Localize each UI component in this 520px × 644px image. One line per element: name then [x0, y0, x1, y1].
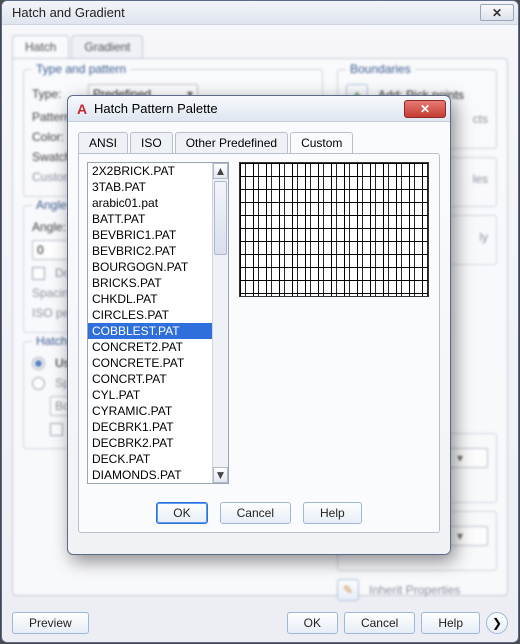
expand-button[interactable]: ❯	[486, 612, 508, 634]
inner-help-label: Help	[320, 506, 345, 520]
scroll-up-button[interactable]: ▲	[213, 163, 228, 179]
pattern-list-inner: 2X2BRICK.PAT3TAB.PATarabic01.patBATT.PAT…	[88, 163, 212, 483]
list-item[interactable]: DECK.PAT	[88, 451, 212, 467]
tab-custom-label: Custom	[301, 136, 342, 150]
tab-hatch-label: Hatch	[25, 40, 56, 54]
outer-title: Hatch and Gradient	[12, 5, 125, 20]
outer-help-label: Help	[438, 616, 463, 630]
tab-other-predefined[interactable]: Other Predefined	[175, 132, 288, 154]
pattern-preview	[239, 162, 429, 297]
tab-ansi[interactable]: ANSI	[78, 132, 128, 154]
list-item[interactable]: CIRCLES.PAT	[88, 307, 212, 323]
inner-ok-button[interactable]: OK	[156, 502, 207, 524]
list-item[interactable]: BOURGOGN.PAT	[88, 259, 212, 275]
outer-footer: Preview OK Cancel Help ❯	[12, 612, 508, 634]
list-scrollbar[interactable]: ▲ ▼	[212, 163, 228, 483]
inner-cancel-button[interactable]: Cancel	[220, 502, 291, 524]
chevron-down-icon: ▼	[215, 468, 227, 482]
inner-tabstrip: ANSI ISO Other Predefined Custom	[78, 132, 440, 154]
store-default-checkbox[interactable]	[50, 423, 63, 436]
outer-cancel-label: Cancel	[361, 616, 398, 630]
list-item[interactable]: CONCRT.PAT	[88, 371, 212, 387]
inner-ok-label: OK	[173, 506, 190, 520]
list-item[interactable]: CONCRETE.PAT	[88, 355, 212, 371]
tab-iso[interactable]: ISO	[130, 132, 173, 154]
double-checkbox[interactable]	[32, 267, 45, 280]
inner-titlebar: A Hatch Pattern Palette ✕	[68, 96, 450, 122]
tab-custom[interactable]: Custom	[290, 132, 353, 154]
right-combo-a[interactable]	[448, 448, 488, 468]
outer-tabstrip: Hatch Gradient	[12, 35, 508, 59]
preview-button[interactable]: Preview	[12, 612, 89, 634]
tab-other-label: Other Predefined	[186, 136, 277, 150]
inner-cancel-label: Cancel	[237, 506, 274, 520]
group-boundaries-title: Boundaries	[346, 62, 415, 76]
outer-ok-button[interactable]: OK	[287, 612, 338, 634]
group-type-pattern-title: Type and pattern	[32, 62, 130, 76]
inner-close-button[interactable]: ✕	[404, 100, 446, 118]
outer-titlebar: Hatch and Gradient ✕	[2, 1, 518, 25]
right-combo-b[interactable]	[448, 526, 488, 546]
preview-label: Preview	[29, 616, 72, 630]
close-icon: ✕	[492, 6, 502, 20]
label-inherit: Inherit Properties	[369, 583, 460, 597]
list-item[interactable]: BEVBRIC1.PAT	[88, 227, 212, 243]
tab-ansi-label: ANSI	[89, 136, 117, 150]
tab-gradient-label: Gradient	[84, 40, 130, 54]
radio-use-current[interactable]	[32, 357, 45, 370]
inner-body: ANSI ISO Other Predefined Custom 2X2BRIC…	[68, 122, 450, 554]
list-item[interactable]: DECBRK1.PAT	[88, 419, 212, 435]
list-item[interactable]: arabic01.pat	[88, 195, 212, 211]
list-item[interactable]: DECBRK2.PAT	[88, 435, 212, 451]
list-item[interactable]: CONCRET2.PAT	[88, 339, 212, 355]
inner-title: Hatch Pattern Palette	[94, 101, 218, 116]
app-icon: A	[74, 101, 90, 117]
tab-hatch[interactable]: Hatch	[12, 35, 69, 59]
right-suffix-1: cts	[473, 112, 488, 126]
pattern-listbox[interactable]: 2X2BRICK.PAT3TAB.PATarabic01.patBATT.PAT…	[87, 162, 229, 484]
right-suffix-2: les	[473, 172, 488, 186]
radio-specified[interactable]	[32, 377, 45, 390]
brush-icon: ✎	[343, 583, 353, 597]
inner-help-button[interactable]: Help	[303, 502, 362, 524]
tab-gradient[interactable]: Gradient	[71, 35, 143, 59]
list-item[interactable]: DIAMONDS.PAT	[88, 467, 212, 483]
list-item[interactable]: BATT.PAT	[88, 211, 212, 227]
right-suffix-3: ly	[479, 230, 488, 244]
list-item[interactable]: CHKDL.PAT	[88, 291, 212, 307]
outer-cancel-button[interactable]: Cancel	[344, 612, 415, 634]
scroll-thumb[interactable]	[214, 181, 227, 255]
scroll-down-button[interactable]: ▼	[213, 467, 228, 483]
inner-panel: 2X2BRICK.PAT3TAB.PATarabic01.patBATT.PAT…	[78, 153, 440, 533]
tab-iso-label: ISO	[141, 136, 162, 150]
angle-value: 0	[37, 243, 44, 257]
hatch-pattern-palette-dialog: A Hatch Pattern Palette ✕ ANSI ISO Other…	[67, 95, 451, 555]
list-item[interactable]: CYRAMIC.PAT	[88, 403, 212, 419]
list-item[interactable]: BEVBRIC2.PAT	[88, 243, 212, 259]
chevron-right-icon: ❯	[492, 616, 502, 630]
list-item[interactable]: COBBLEST.PAT	[88, 323, 212, 339]
outer-ok-label: OK	[304, 616, 321, 630]
list-item[interactable]: CYL.PAT	[88, 387, 212, 403]
outer-close-button[interactable]: ✕	[480, 4, 514, 21]
chevron-up-icon: ▲	[215, 164, 227, 178]
outer-help-button[interactable]: Help	[421, 612, 480, 634]
close-icon: ✕	[420, 102, 430, 116]
inherit-icon-button[interactable]: ✎	[337, 579, 359, 601]
list-item[interactable]: BRICKS.PAT	[88, 275, 212, 291]
list-item[interactable]: 2X2BRICK.PAT	[88, 163, 212, 179]
list-item[interactable]: 3TAB.PAT	[88, 179, 212, 195]
